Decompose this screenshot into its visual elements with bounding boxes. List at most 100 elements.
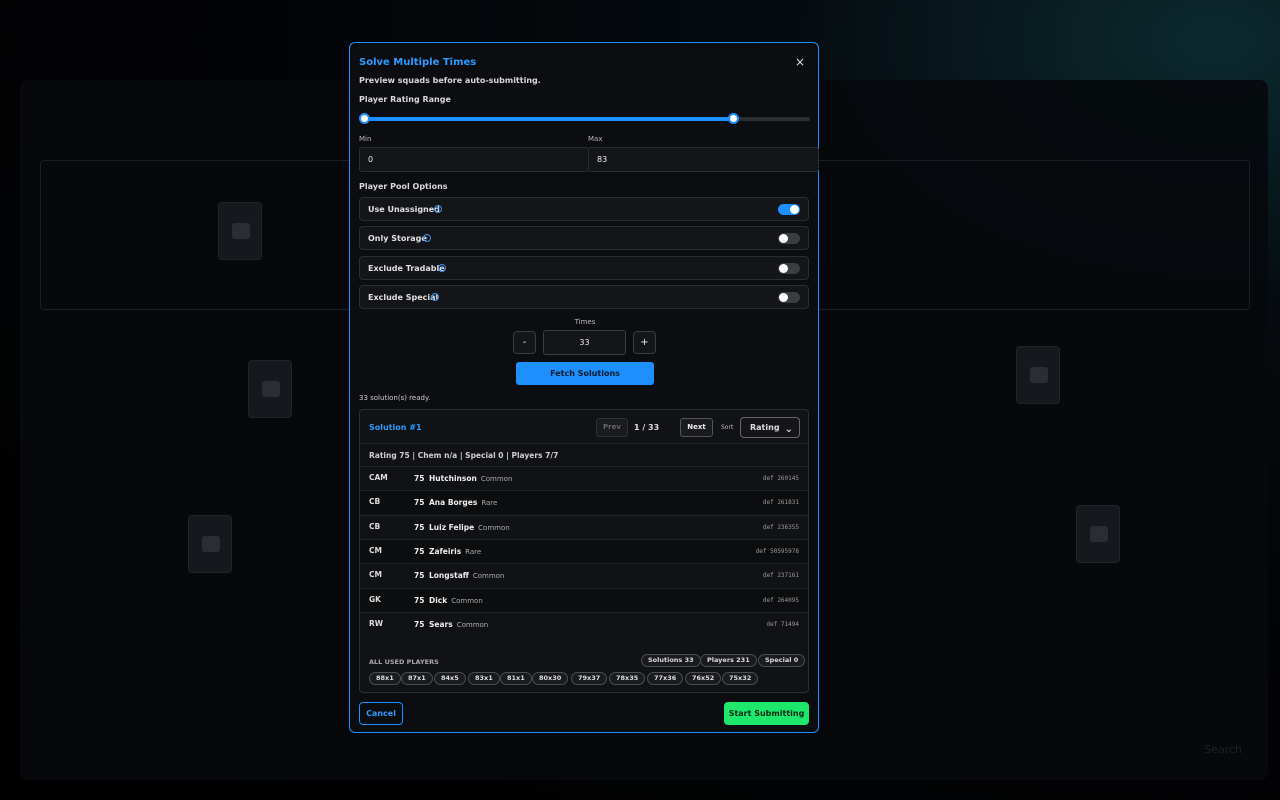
pool-options-label: Player Pool Options — [359, 182, 448, 191]
rating-range-slider[interactable] — [359, 113, 810, 124]
solution-title: Solution #1 — [369, 423, 422, 432]
lock-icon — [262, 381, 280, 397]
close-icon[interactable]: × — [795, 55, 805, 69]
background-player-slot — [248, 360, 292, 418]
sort-value: Rating — [750, 423, 780, 432]
background-player-slot — [218, 202, 262, 260]
player-rarity: Rare — [465, 548, 482, 556]
rating-count-chip: 84x5 — [434, 672, 466, 685]
player-def-id: def 261831 — [762, 499, 799, 506]
slider-fill — [364, 117, 734, 121]
stat-chip-players: Players 231 — [700, 654, 757, 667]
increment-button[interactable]: + — [633, 331, 656, 354]
player-def-id: def 237161 — [762, 572, 799, 579]
all-used-players-label: ALL USED PLAYERS — [369, 658, 439, 666]
rating-count-chip: 76x52 — [685, 672, 722, 685]
modal-title: Solve Multiple Times — [359, 57, 477, 68]
player-def-id: def 50595978 — [755, 548, 799, 555]
player-rating: 75 — [414, 547, 425, 556]
option-label: Use Unassigned — [368, 205, 440, 214]
player-def-id: def 236355 — [762, 524, 799, 531]
rating-count-chip: 77x36 — [647, 672, 684, 685]
player-position: RW — [369, 619, 384, 628]
player-row: CAM 75 Hutchinson Common def 260145 — [360, 466, 808, 490]
toggle-knob — [779, 264, 788, 273]
rating-count-chip: 80x30 — [532, 672, 569, 685]
modal-subtitle: Preview squads before auto-submitting. — [359, 76, 541, 85]
solution-header: Solution #1 Prev 1 / 33 Next Sort Rating… — [360, 410, 808, 444]
cancel-button[interactable]: Cancel — [359, 702, 403, 725]
player-row: CB 75 Ana Borges Rare def 261831 — [360, 490, 808, 514]
info-icon[interactable]: i — [438, 264, 446, 272]
player-def-id: def 260145 — [762, 475, 799, 482]
option-exclude-special: Exclude Special i — [359, 285, 809, 309]
player-name-text: Ana Borges — [429, 498, 478, 507]
solve-multiple-modal: Solve Multiple Times × Preview squads be… — [349, 42, 819, 733]
lock-icon — [1030, 367, 1048, 383]
min-rating-input[interactable]: 0 — [359, 147, 589, 172]
player-position: CM — [369, 546, 382, 555]
option-use-unassigned: Use Unassigned i — [359, 197, 809, 221]
player-rating: 75 — [414, 571, 425, 580]
lock-icon — [1090, 526, 1108, 542]
solution-preview: Solution #1 Prev 1 / 33 Next Sort Rating… — [359, 409, 809, 693]
player-name: Dick Common — [429, 596, 483, 605]
rating-count-chip: 78x35 — [609, 672, 646, 685]
next-button[interactable]: Next — [680, 418, 713, 437]
decrement-button[interactable]: - — [513, 331, 536, 354]
fetch-solutions-button[interactable]: Fetch Solutions — [516, 362, 654, 385]
max-label: Max — [588, 135, 603, 143]
rating-count-chip: 75x32 — [722, 672, 759, 685]
option-only-storage: Only Storage i — [359, 226, 809, 250]
player-rating: 75 — [414, 620, 425, 629]
max-rating-input[interactable]: 83 — [588, 147, 819, 172]
player-name: Longstaff Common — [429, 571, 504, 580]
player-def-id: def 71494 — [766, 621, 799, 628]
stat-chip-special: Special 0 — [758, 654, 806, 667]
player-name: Ana Borges Rare — [429, 498, 497, 507]
min-label: Min — [359, 135, 372, 143]
exclude-tradable-toggle[interactable] — [778, 263, 800, 274]
player-row: GK 75 Dick Common def 264095 — [360, 588, 808, 612]
info-icon[interactable]: i — [431, 293, 439, 301]
only-storage-toggle[interactable] — [778, 233, 800, 244]
player-name-text: Longstaff — [429, 571, 469, 580]
player-name: Zafeiris Rare — [429, 547, 481, 556]
player-name: Luiz Felipe Common — [429, 523, 510, 532]
times-input[interactable]: 33 — [543, 330, 626, 355]
toggle-knob — [790, 205, 799, 214]
option-label: Exclude Special — [368, 293, 439, 302]
info-icon[interactable]: i — [434, 205, 442, 213]
background-player-slot — [1076, 505, 1120, 563]
prev-button[interactable]: Prev — [596, 418, 628, 437]
player-row: CM 75 Longstaff Common def 237161 — [360, 563, 808, 587]
solution-summary: Rating 75 | Chem n/a | Special 0 | Playe… — [369, 451, 559, 460]
player-rating: 75 — [414, 523, 425, 532]
rating-range-label: Player Rating Range — [359, 95, 451, 104]
player-position: CB — [369, 497, 381, 506]
use-unassigned-toggle[interactable] — [778, 204, 800, 215]
player-position: GK — [369, 595, 381, 604]
start-submitting-button[interactable]: Start Submitting — [724, 702, 809, 725]
slider-min-handle[interactable] — [359, 113, 370, 124]
option-exclude-tradable: Exclude Tradable i — [359, 256, 809, 280]
option-label: Only Storage — [368, 234, 427, 243]
player-rarity: Common — [480, 475, 513, 483]
sort-select[interactable]: Rating ⌄ — [740, 417, 800, 438]
player-rating: 75 — [414, 596, 425, 605]
player-name-text: Sears — [429, 620, 453, 629]
stat-chip-solutions: Solutions 33 — [641, 654, 701, 667]
rating-count-chip: 81x1 — [500, 672, 532, 685]
rating-count-chip: 83x1 — [468, 672, 500, 685]
player-name-text: Dick — [429, 596, 448, 605]
rating-count-chip: 88x1 — [369, 672, 401, 685]
times-label: Times — [574, 318, 596, 326]
background-player-slot — [188, 515, 232, 573]
slider-max-handle[interactable] — [728, 113, 740, 124]
player-position: CM — [369, 570, 382, 579]
player-name-text: Zafeiris — [429, 547, 462, 556]
exclude-special-toggle[interactable] — [778, 292, 800, 303]
player-name-text: Luiz Felipe — [429, 523, 475, 532]
toggle-knob — [779, 293, 788, 302]
info-icon[interactable]: i — [423, 234, 431, 242]
